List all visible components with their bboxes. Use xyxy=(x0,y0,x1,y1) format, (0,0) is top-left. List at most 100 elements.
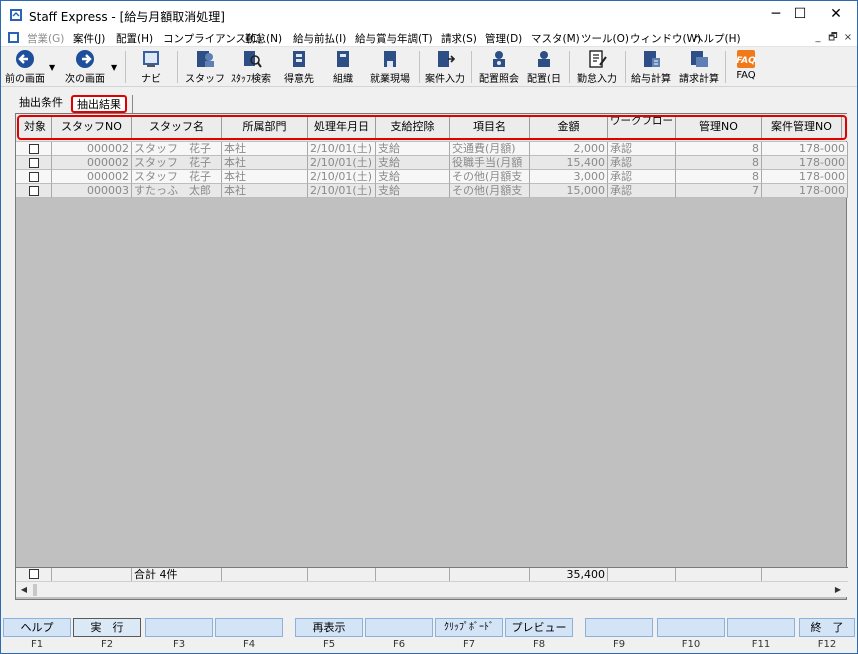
col-header-staff-no[interactable]: スタッフNO xyxy=(52,116,132,139)
menu-placement[interactable]: 配置(H) xyxy=(116,31,153,46)
mdi-minimize-button[interactable]: _ xyxy=(811,31,825,45)
menu-jobs[interactable]: 案件(J) xyxy=(73,31,105,46)
menu-management[interactable]: 管理(D) xyxy=(485,31,522,46)
col-header-staff-name[interactable]: スタッフ名 xyxy=(132,116,222,139)
menu-billing[interactable]: 請求(S) xyxy=(441,31,477,46)
col-header-date[interactable]: 処理年月日 xyxy=(308,116,376,139)
f10-button[interactable] xyxy=(657,618,725,637)
job-entry-button[interactable]: 案件入力 xyxy=(423,49,467,85)
toolbar-separator xyxy=(725,51,726,83)
placement-inquiry-button[interactable]: 配置照会 xyxy=(475,49,523,85)
col-header-item[interactable]: 項目名 xyxy=(450,116,530,139)
col-header-job-no[interactable]: 案件管理NO xyxy=(762,116,842,139)
worksite-button[interactable]: 就業現場 xyxy=(365,49,415,85)
cell-date: 2/10/01(土) xyxy=(308,170,376,184)
col-header-type[interactable]: 支給控除 xyxy=(376,116,450,139)
menu-payroll[interactable]: 給与賞与年調(T) xyxy=(355,31,433,46)
row-checkbox[interactable] xyxy=(16,170,52,184)
col-header-amount[interactable]: 金額 xyxy=(530,116,608,139)
menu-help[interactable]: ヘルプ(H) xyxy=(693,31,741,46)
f4-label: F4 xyxy=(242,639,256,650)
scroll-right-icon[interactable]: ▶ xyxy=(830,582,846,598)
staff-button[interactable]: スタッフ xyxy=(185,49,225,85)
cell-staff-name: すたっふ 太郎 xyxy=(132,184,222,198)
col-header-dept[interactable]: 所属部門 xyxy=(222,116,308,139)
attendance-entry-button[interactable]: 勤怠入力 xyxy=(573,49,621,85)
tab-divider xyxy=(132,95,133,113)
f8-preview-button[interactable]: プレビュー xyxy=(505,618,573,637)
mdi-child-icon[interactable] xyxy=(7,31,20,44)
tab-results[interactable]: 抽出結果 xyxy=(71,95,127,113)
forward-dropdown-icon[interactable]: ▼ xyxy=(111,63,117,72)
placement-daily-button[interactable]: 配置(日 xyxy=(525,49,563,85)
billing-calc-button[interactable]: 請求計算 xyxy=(677,49,721,85)
menu-window[interactable]: ウィンドウ(W) xyxy=(630,31,701,46)
content-area: 抽出条件 抽出結果 対象 スタッフNO スタッフ名 所属部門 処理年月日 支給控… xyxy=(5,87,854,607)
window-title: Staff Express - [給与月額取消処理] xyxy=(29,10,225,24)
f2-execute-button[interactable]: 実 行 xyxy=(73,618,141,637)
f7-clipboard-button[interactable]: ｸﾘｯﾌﾟﾎﾞｰﾄﾞ xyxy=(435,618,503,637)
table-row[interactable]: 000002 スタッフ 花子 本社 2/10/01(土) 支給 交通費(月額) … xyxy=(16,142,848,156)
f5-refresh-button[interactable]: 再表示 xyxy=(295,618,363,637)
toolbar-separator xyxy=(569,51,570,83)
f3-button[interactable] xyxy=(145,618,213,637)
menu-attendance[interactable]: 勤怠(N) xyxy=(245,31,282,46)
close-button[interactable]: ✕ xyxy=(813,1,858,29)
row-checkbox[interactable] xyxy=(16,142,52,156)
cell-dept: 本社 xyxy=(222,170,308,184)
organization-button[interactable]: 組織 xyxy=(325,49,361,85)
worksite-icon xyxy=(384,51,396,67)
app-icon xyxy=(10,9,22,21)
table-row[interactable]: 000002 スタッフ 花子 本社 2/10/01(土) 支給 その他(月額支 … xyxy=(16,170,848,184)
row-checkbox[interactable] xyxy=(16,156,52,170)
footer-empty xyxy=(450,568,530,582)
cell-amount: 15,400 xyxy=(530,156,608,170)
cell-job-no: 178-000 xyxy=(762,142,848,156)
f1-help-button[interactable]: ヘルプ xyxy=(3,618,71,637)
cell-workflow: 承認 xyxy=(608,142,676,156)
menu-sales[interactable]: 営業(G) xyxy=(27,31,64,46)
cell-type: 支給 xyxy=(376,142,450,156)
payroll-calc-button[interactable]: 給与計算 xyxy=(627,49,675,85)
table-row[interactable]: 000003 すたっふ 太郎 本社 2/10/01(土) 支給 その他(月額支 … xyxy=(16,184,848,198)
customer-icon xyxy=(293,51,305,67)
back-dropdown-icon[interactable]: ▼ xyxy=(49,63,55,72)
menu-tools[interactable]: ツール(O) xyxy=(581,31,629,46)
f12-exit-button[interactable]: 終 了 xyxy=(799,618,855,637)
horizontal-scrollbar[interactable]: ◀ ▶ xyxy=(16,581,848,597)
col-header-workflow[interactable]: ワークフロー xyxy=(608,116,676,139)
staff-search-button[interactable]: ｽﾀｯﾌ検索 xyxy=(227,49,275,85)
navi-button[interactable]: ナビ xyxy=(133,49,169,85)
table-row[interactable]: 000002 スタッフ 花子 本社 2/10/01(土) 支給 役職手当(月額 … xyxy=(16,156,848,170)
f6-button[interactable] xyxy=(365,618,433,637)
forward-button[interactable]: 次の画面 xyxy=(61,49,109,85)
select-all-checkbox[interactable] xyxy=(16,568,52,582)
col-header-target[interactable]: 対象 xyxy=(19,116,52,139)
row-checkbox[interactable] xyxy=(16,184,52,198)
menu-advance-pay[interactable]: 給与前払(I) xyxy=(293,31,346,46)
back-button[interactable]: 前の画面 xyxy=(3,49,47,85)
cell-workflow: 承認 xyxy=(608,156,676,170)
grid-header: 対象 スタッフNO スタッフ名 所属部門 処理年月日 支給控除 項目名 金額 ワ… xyxy=(16,114,848,141)
total-count: 合計 4件 xyxy=(132,568,222,582)
faq-button[interactable]: FAQ FAQ xyxy=(731,49,761,85)
staff-search-icon xyxy=(244,51,262,68)
f9-button[interactable] xyxy=(585,618,653,637)
menu-master[interactable]: マスタ(M) xyxy=(531,31,580,46)
scroll-left-icon[interactable]: ◀ xyxy=(16,582,32,598)
f4-button[interactable] xyxy=(215,618,283,637)
scroll-thumb[interactable] xyxy=(33,584,37,596)
f7-label: F7 xyxy=(462,639,476,650)
customer-button[interactable]: 得意先 xyxy=(279,49,319,85)
cell-type: 支給 xyxy=(376,170,450,184)
cell-workflow: 承認 xyxy=(608,170,676,184)
mdi-restore-button[interactable]: 🗗 xyxy=(826,31,840,45)
footer-empty xyxy=(676,568,762,582)
col-header-mgmt-no[interactable]: 管理NO xyxy=(676,116,762,139)
mdi-close-button[interactable]: × xyxy=(841,31,855,45)
f11-button[interactable] xyxy=(727,618,795,637)
cell-type: 支給 xyxy=(376,184,450,198)
svg-text:FAQ: FAQ xyxy=(736,56,756,66)
f6-label: F6 xyxy=(392,639,406,650)
tab-conditions[interactable]: 抽出条件 xyxy=(15,95,67,113)
